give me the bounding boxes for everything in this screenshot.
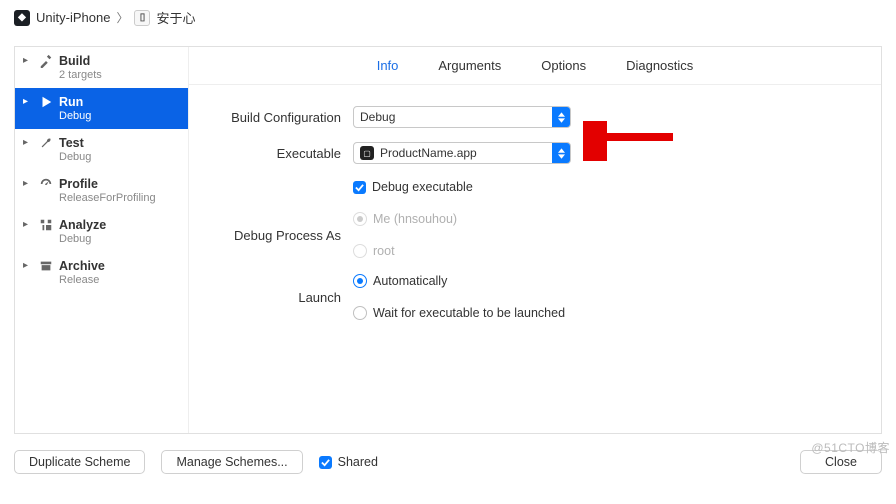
form-body: Build Configuration Debug Executable <box>189 85 881 343</box>
archive-icon <box>39 259 53 273</box>
sidebar-item-label: Run <box>59 94 91 110</box>
content-pane: Info Arguments Options Diagnostics Build… <box>189 47 881 433</box>
breadcrumb-target[interactable]: 安于心 <box>156 8 195 27</box>
sidebar-item-label: Archive <box>59 258 105 274</box>
sidebar-item-label: Test <box>59 135 91 151</box>
debug-as-me-radio[interactable]: Me (hnsouhou) <box>353 207 457 231</box>
sidebar-item-sub: Debug <box>59 233 106 246</box>
executable-select[interactable]: ▢ ProductName.app <box>353 142 571 164</box>
duplicate-scheme-button[interactable]: Duplicate Scheme <box>14 450 145 474</box>
disclosure-icon: ▸ <box>23 94 33 110</box>
target-icon: ▯ <box>134 10 150 26</box>
launch-auto-radio[interactable]: Automatically <box>353 269 447 293</box>
sidebar-item-label: Build <box>59 53 102 69</box>
chevron-right-icon: 〉 <box>116 9 128 26</box>
select-caret-icon <box>552 107 570 127</box>
disclosure-icon: ▸ <box>23 258 33 274</box>
radio-icon <box>353 244 367 258</box>
analyze-icon <box>39 218 53 232</box>
radio-icon <box>353 274 367 288</box>
build-config-value: Debug <box>360 110 395 124</box>
radio-icon <box>353 306 367 320</box>
scheme-sidebar: ▸ Build 2 targets ▸ Run Debug ▸ Test Deb… <box>15 47 189 433</box>
sidebar-item-run[interactable]: ▸ Run Debug <box>15 88 188 129</box>
disclosure-icon: ▸ <box>23 217 33 233</box>
app-icon: ▢ <box>360 146 374 160</box>
launch-label: Launch <box>213 290 353 305</box>
tab-diagnostics[interactable]: Diagnostics <box>624 54 695 77</box>
build-config-select[interactable]: Debug <box>353 106 571 128</box>
breadcrumb-project[interactable]: Unity-iPhone <box>36 10 110 25</box>
sidebar-item-sub: Debug <box>59 151 91 164</box>
sidebar-item-build[interactable]: ▸ Build 2 targets <box>15 47 188 88</box>
breadcrumb: ◆ Unity-iPhone 〉 ▯ 安于心 <box>0 0 896 36</box>
sidebar-item-label: Profile <box>59 176 156 192</box>
tabs: Info Arguments Options Diagnostics <box>189 47 881 85</box>
launch-wait-radio[interactable]: Wait for executable to be launched <box>353 301 565 325</box>
shared-label: Shared <box>338 455 378 469</box>
hammer-icon <box>39 54 53 68</box>
sidebar-item-sub: ReleaseForProfiling <box>59 192 156 205</box>
shared-checkbox[interactable]: Shared <box>319 455 378 469</box>
sidebar-item-analyze[interactable]: ▸ Analyze Debug <box>15 211 188 252</box>
callout-arrow-icon <box>583 121 683 161</box>
watermark: @51CTO博客 <box>811 439 890 456</box>
sidebar-item-label: Analyze <box>59 217 106 233</box>
launch-auto-label: Automatically <box>373 274 447 288</box>
sidebar-item-archive[interactable]: ▸ Archive Release <box>15 252 188 293</box>
select-caret-icon <box>552 143 570 163</box>
manage-schemes-button[interactable]: Manage Schemes... <box>161 450 302 474</box>
debug-as-me-label: Me (hnsouhou) <box>373 212 457 226</box>
checkbox-checked-icon <box>319 456 332 469</box>
disclosure-icon: ▸ <box>23 53 33 69</box>
executable-label: Executable <box>213 146 353 161</box>
main-panel: ▸ Build 2 targets ▸ Run Debug ▸ Test Deb… <box>14 46 882 434</box>
play-icon <box>39 95 53 109</box>
tab-arguments[interactable]: Arguments <box>436 54 503 77</box>
checkbox-checked-icon <box>353 181 366 194</box>
wrench-icon <box>39 136 53 150</box>
sidebar-item-test[interactable]: ▸ Test Debug <box>15 129 188 170</box>
project-icon: ◆ <box>14 10 30 26</box>
bottom-bar: Duplicate Scheme Manage Schemes... Share… <box>0 434 896 490</box>
sidebar-item-sub: Debug <box>59 110 91 123</box>
sidebar-item-sub: 2 targets <box>59 69 102 82</box>
gauge-icon <box>39 177 53 191</box>
sidebar-item-sub: Release <box>59 274 105 287</box>
debug-as-root-label: root <box>373 244 395 258</box>
debug-process-as-label: Debug Process As <box>213 228 353 243</box>
tab-info[interactable]: Info <box>375 54 401 77</box>
disclosure-icon: ▸ <box>23 135 33 151</box>
sidebar-item-profile[interactable]: ▸ Profile ReleaseForProfiling <box>15 170 188 211</box>
tab-options[interactable]: Options <box>539 54 588 77</box>
disclosure-icon: ▸ <box>23 176 33 192</box>
executable-value: ProductName.app <box>380 146 477 160</box>
debug-executable-checkbox[interactable]: Debug executable <box>353 180 473 194</box>
debug-executable-label: Debug executable <box>372 180 473 194</box>
debug-as-root-radio[interactable]: root <box>353 239 395 263</box>
build-config-label: Build Configuration <box>213 110 353 125</box>
launch-wait-label: Wait for executable to be launched <box>373 306 565 320</box>
radio-icon <box>353 212 367 226</box>
